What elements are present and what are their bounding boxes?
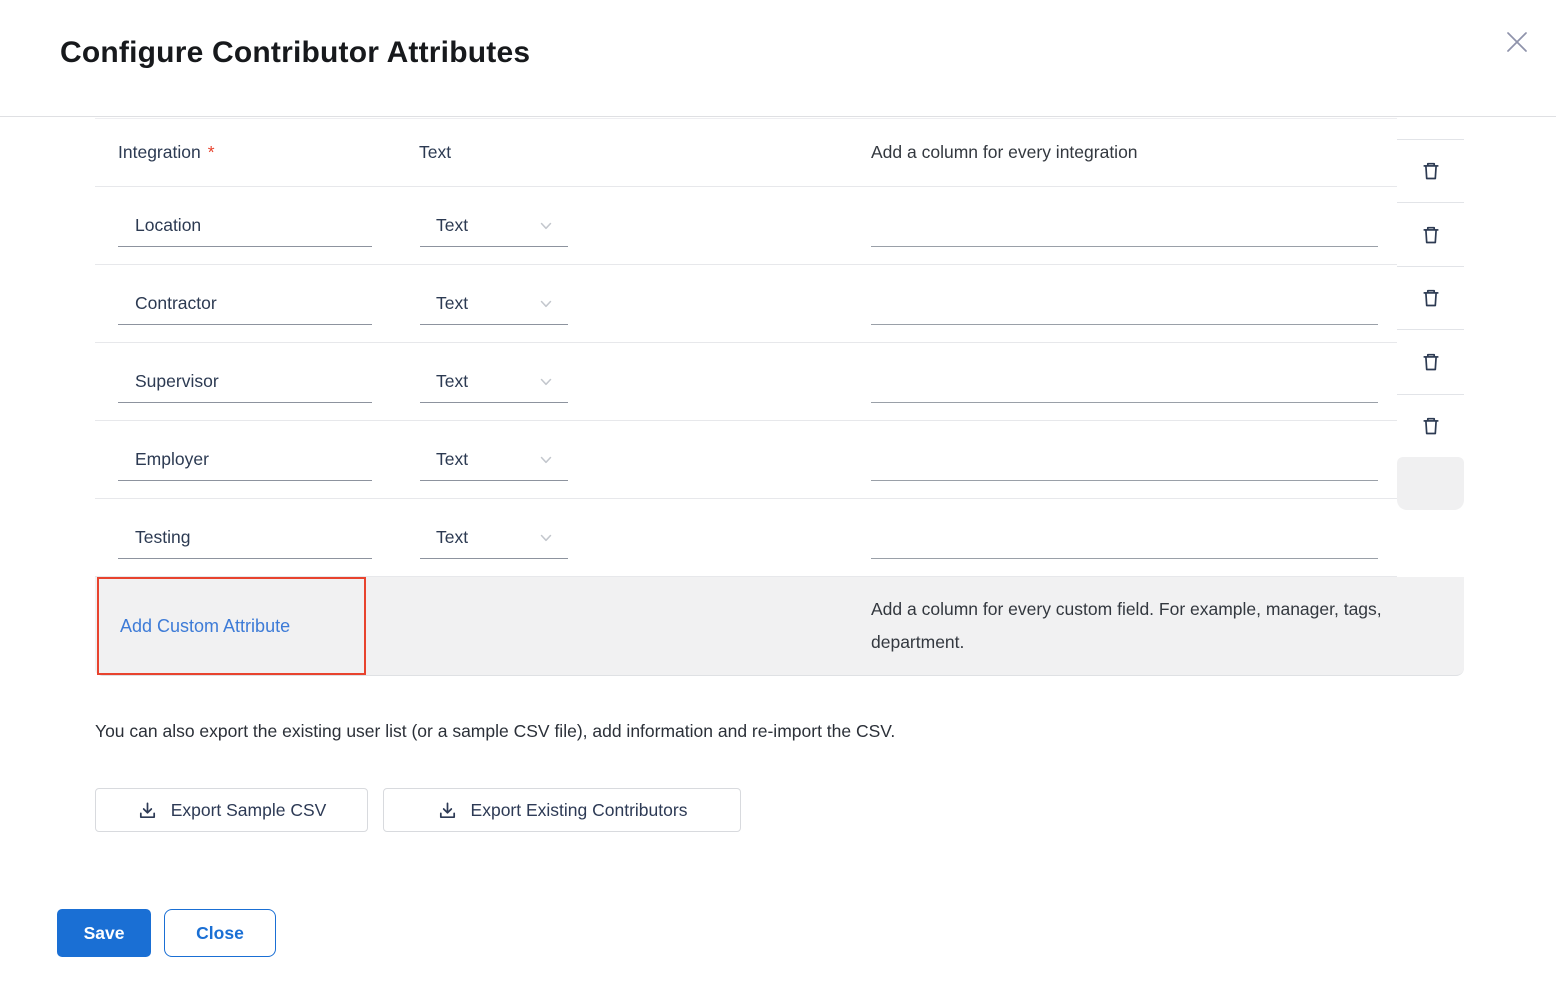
- modal-close-button[interactable]: [1502, 27, 1532, 57]
- attribute-type-select[interactable]: Text: [420, 361, 568, 403]
- custom-attribute-description: Add a column for every custom field. For…: [871, 577, 1411, 675]
- chevron-down-icon: [538, 530, 554, 546]
- attribute-type-select[interactable]: Text: [420, 517, 568, 559]
- chevron-down-icon: [538, 452, 554, 468]
- download-icon: [437, 800, 458, 821]
- attribute-name-input[interactable]: [118, 361, 372, 402]
- attribute-name-input[interactable]: [118, 517, 372, 558]
- export-hint-text: You can also export the existing user li…: [95, 721, 1195, 742]
- configure-contributor-attributes-modal: Configure Contributor Attributes Integra…: [0, 0, 1556, 996]
- trash-icon: [1419, 223, 1443, 247]
- attribute-description-label: Add a column for every integration: [871, 119, 1138, 186]
- table-row: Text: [95, 421, 1397, 499]
- delete-row-button[interactable]: [1397, 329, 1464, 394]
- table-row: Text: [95, 499, 1397, 577]
- attribute-type-select[interactable]: Text: [420, 205, 568, 247]
- type-select-value: Text: [420, 449, 538, 470]
- attribute-name-input[interactable]: [118, 205, 372, 246]
- type-select-value: Text: [420, 215, 538, 236]
- table-row: Text: [95, 187, 1397, 265]
- delete-row-button[interactable]: [1397, 139, 1464, 202]
- delete-row-button[interactable]: [1397, 202, 1464, 266]
- table-row-integration: Integration * Text Add a column for ever…: [95, 118, 1397, 187]
- chevron-down-icon: [538, 218, 554, 234]
- download-icon: [137, 800, 158, 821]
- chevron-down-icon: [538, 374, 554, 390]
- type-select-value: Text: [420, 527, 538, 548]
- attribute-column-input[interactable]: [871, 361, 1378, 402]
- trash-icon: [1419, 414, 1443, 438]
- required-asterisk: *: [208, 142, 215, 163]
- add-custom-attribute-row: Add Custom Attribute Add a column for ev…: [95, 577, 1464, 676]
- trash-icon: [1419, 159, 1443, 183]
- close-button[interactable]: Close: [164, 909, 276, 957]
- export-sample-csv-label: Export Sample CSV: [171, 800, 327, 821]
- attribute-column-input[interactable]: [871, 439, 1378, 480]
- add-custom-attribute-highlight-box: Add Custom Attribute: [97, 577, 366, 675]
- attribute-type-select[interactable]: Text: [420, 283, 568, 325]
- add-custom-attribute-link[interactable]: Add Custom Attribute: [120, 616, 290, 637]
- close-icon: [1503, 28, 1531, 56]
- delete-row-button[interactable]: [1397, 266, 1464, 329]
- attribute-name-input[interactable]: [118, 439, 372, 480]
- save-button[interactable]: Save: [57, 909, 151, 957]
- table-row: Text: [95, 265, 1397, 343]
- attribute-column-input[interactable]: [871, 517, 1378, 558]
- attribute-name-input[interactable]: [118, 283, 372, 324]
- delete-row-button[interactable]: [1397, 394, 1464, 457]
- export-existing-contributors-button[interactable]: Export Existing Contributors: [383, 788, 741, 832]
- chevron-down-icon: [538, 296, 554, 312]
- modal-header: Configure Contributor Attributes: [0, 0, 1556, 117]
- table-row: Text: [95, 343, 1397, 421]
- type-select-value: Text: [420, 371, 538, 392]
- integration-label: Integration: [118, 142, 201, 163]
- trash-icon: [1419, 350, 1443, 374]
- export-sample-csv-button[interactable]: Export Sample CSV: [95, 788, 368, 832]
- attribute-column-input[interactable]: [871, 205, 1378, 246]
- page-title: Configure Contributor Attributes: [60, 36, 530, 70]
- attribute-column-input[interactable]: [871, 283, 1378, 324]
- trash-icon: [1419, 286, 1443, 310]
- attribute-name-label: Integration *: [118, 119, 215, 186]
- attribute-type-select[interactable]: Text: [420, 439, 568, 481]
- type-select-value: Text: [420, 293, 538, 314]
- export-existing-contributors-label: Export Existing Contributors: [471, 800, 688, 821]
- attributes-table: Integration * Text Add a column for ever…: [95, 118, 1464, 676]
- attribute-type-label: Text: [419, 119, 451, 186]
- delete-column-empty-cell: [1397, 457, 1464, 510]
